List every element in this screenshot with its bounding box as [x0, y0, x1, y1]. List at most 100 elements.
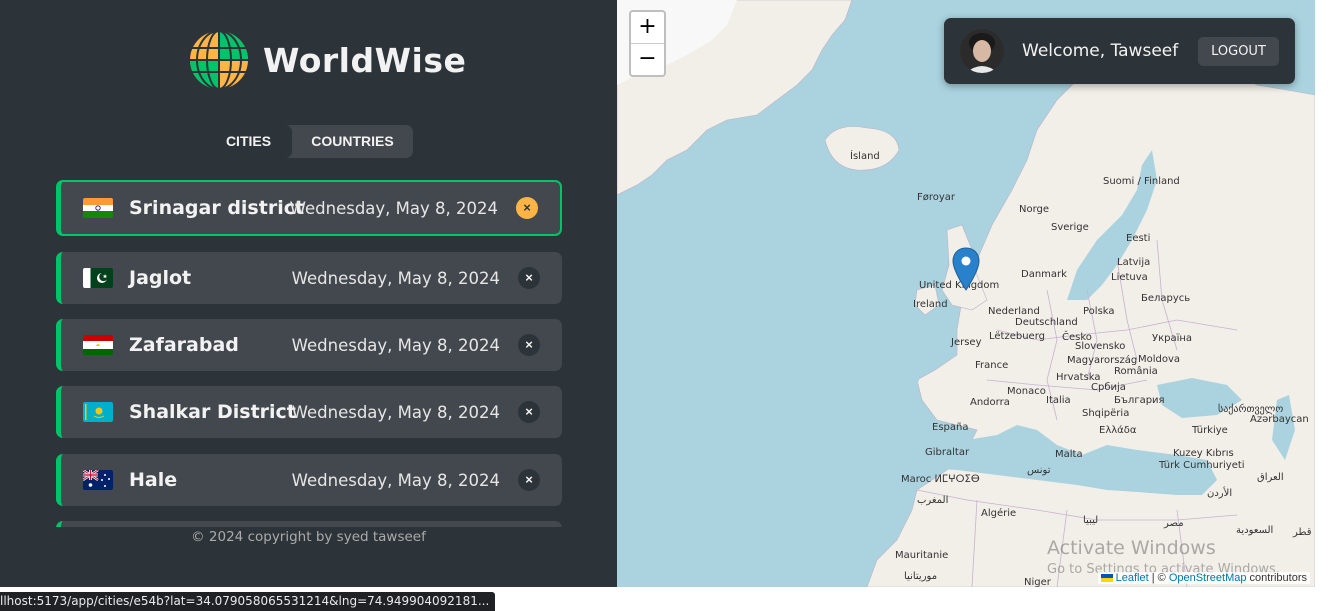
- map-label: Deutschland: [1015, 317, 1078, 328]
- map-label: Lietuva: [1111, 272, 1148, 283]
- tab-cities[interactable]: CITIES: [205, 125, 292, 158]
- map-label: Magyarország: [1067, 355, 1138, 366]
- map-marker-icon[interactable]: [952, 247, 980, 291]
- map-label: Kuzey Kıbrıs: [1173, 448, 1234, 459]
- city-date: Wednesday, May 8, 2024: [291, 335, 500, 355]
- app-name: WorldWise: [263, 40, 467, 80]
- map-label: Eesti: [1126, 233, 1151, 244]
- map-label: Andorra: [970, 397, 1010, 408]
- delete-city-button[interactable]: ×: [516, 197, 538, 219]
- map-label: Ireland: [913, 299, 948, 310]
- map-label: Niger: [1024, 577, 1051, 587]
- map-label: Slovensko: [1075, 341, 1126, 352]
- map-label: Polska: [1083, 306, 1115, 317]
- map-label: Danmark: [1021, 269, 1067, 280]
- map-label: Føroyar: [917, 192, 956, 203]
- zoom-in-button[interactable]: +: [631, 12, 664, 44]
- map-label: Latvija: [1117, 257, 1151, 268]
- map-attribution: Leaflet | © OpenStreetMap contributors: [1097, 572, 1310, 584]
- map-label: Nederland: [988, 306, 1040, 317]
- map-label: Ελλάδα: [1099, 425, 1137, 436]
- map-label: France: [975, 360, 1009, 371]
- city-date: Wednesday, May 8, 2024: [291, 402, 500, 422]
- map-label: Azərbaycan: [1250, 414, 1309, 425]
- city-item[interactable]: Jaglot Wednesday, May 8, 2024 ×: [56, 252, 562, 304]
- city-item[interactable]: Srinagar district Wednesday, May 8, 2024…: [56, 180, 562, 236]
- city-list: Srinagar district Wednesday, May 8, 2024…: [56, 180, 562, 527]
- map-label: България: [1114, 395, 1165, 406]
- page-edge: [1315, 0, 1335, 587]
- map-label: مصر: [1164, 518, 1184, 529]
- map-label: Ísland: [850, 151, 880, 162]
- pakistan-flag-icon: [83, 268, 113, 288]
- map-label: Moldova: [1138, 354, 1181, 365]
- city-item[interactable]: Zafarabad Wednesday, May 8, 2024 ×: [56, 319, 562, 371]
- city-date: Wednesday, May 8, 2024: [291, 268, 500, 288]
- avatar: [960, 29, 1004, 73]
- map[interactable]: Ísland Føroyar Suomi / Finland Norge Sve…: [617, 0, 1315, 587]
- city-date: Wednesday, May 8, 2024: [289, 198, 498, 218]
- map-label: الأردن: [1207, 488, 1233, 499]
- map-label: العراق: [1257, 472, 1284, 483]
- map-label: Sverige: [1051, 222, 1089, 233]
- map-label: Беларусь: [1141, 293, 1191, 304]
- map-label: Türk Cumhuriyeti: [1159, 460, 1245, 471]
- map-label: Türkiye: [1192, 425, 1228, 436]
- osm-link[interactable]: OpenStreetMap: [1169, 572, 1247, 584]
- map-label: Jersey: [951, 337, 982, 348]
- city-name: Zafarabad: [129, 334, 239, 356]
- map-label: România: [1114, 366, 1158, 377]
- map-label: Gibraltar: [925, 447, 970, 458]
- map-label: Україна: [1152, 333, 1193, 344]
- delete-city-button[interactable]: ×: [518, 334, 540, 356]
- delete-city-button[interactable]: ×: [518, 267, 540, 289]
- map-label: السعودية: [1236, 525, 1274, 536]
- map-label: Mauritanie: [895, 550, 949, 561]
- city-item[interactable]: [56, 521, 562, 527]
- kazakhstan-flag-icon: [83, 402, 113, 422]
- zoom-out-button[interactable]: −: [631, 44, 664, 75]
- leaflet-link[interactable]: Leaflet: [1116, 572, 1149, 584]
- attribution-separator: | ©: [1148, 572, 1169, 584]
- map-label: Malta: [1055, 449, 1083, 460]
- view-tabs: CITIES COUNTRIES: [205, 125, 413, 158]
- city-item[interactable]: Shalkar District Wednesday, May 8, 2024 …: [56, 386, 562, 438]
- globe-logo-icon: [190, 30, 248, 90]
- attribution-suffix: contributors: [1246, 572, 1307, 584]
- map-label: ليبيا: [1083, 515, 1099, 526]
- map-label: المغرب: [917, 495, 949, 506]
- map-label: موريتانيا: [904, 571, 938, 582]
- copyright-footer: © 2024 copyright by syed tawseef: [191, 529, 426, 545]
- australia-flag-icon: [83, 470, 113, 490]
- city-item[interactable]: Hale Wednesday, May 8, 2024 ×: [56, 454, 562, 506]
- logout-button[interactable]: LOGOUT: [1198, 37, 1279, 66]
- tajikistan-flag-icon: [83, 335, 113, 355]
- map-label: Suomi / Finland: [1103, 176, 1180, 187]
- delete-city-button[interactable]: ×: [518, 469, 540, 491]
- map-label: Norge: [1019, 204, 1050, 215]
- ukraine-flag-icon: [1100, 574, 1113, 583]
- map-label: Србија: [1091, 382, 1126, 393]
- delete-city-button[interactable]: ×: [518, 401, 540, 423]
- sidebar: WorldWise CITIES COUNTRIES Srinagar dist…: [0, 0, 617, 587]
- tab-countries[interactable]: COUNTRIES: [292, 125, 413, 158]
- zoom-control: + −: [629, 10, 666, 77]
- map-label: Monaco: [1007, 386, 1046, 397]
- map-label: Maroc ⵍⵎⵖⵔⵉⴱ: [901, 474, 980, 485]
- user-card: Welcome, Tawseef LOGOUT: [944, 18, 1295, 84]
- map-label: España: [932, 422, 969, 433]
- city-name: Shalkar District: [129, 401, 296, 423]
- app-logo[interactable]: WorldWise: [189, 30, 466, 90]
- map-label: تونس: [1027, 465, 1051, 476]
- map-label: Italia: [1046, 395, 1071, 406]
- india-flag-icon: [83, 198, 113, 218]
- map-label: Algérie: [981, 508, 1017, 519]
- browser-status-url: llhost:5173/app/cities/e54b?lat=34.07905…: [0, 592, 496, 611]
- city-name: Jaglot: [129, 267, 192, 289]
- city-date: Wednesday, May 8, 2024: [291, 470, 500, 490]
- map-label: Lëtzebuerg: [989, 331, 1045, 342]
- activation-watermark-title: Activate Windows: [1047, 537, 1216, 559]
- welcome-text: Welcome, Tawseef: [1022, 41, 1179, 61]
- map-label: Shqipëria: [1082, 408, 1130, 419]
- city-name: Srinagar district: [129, 197, 305, 219]
